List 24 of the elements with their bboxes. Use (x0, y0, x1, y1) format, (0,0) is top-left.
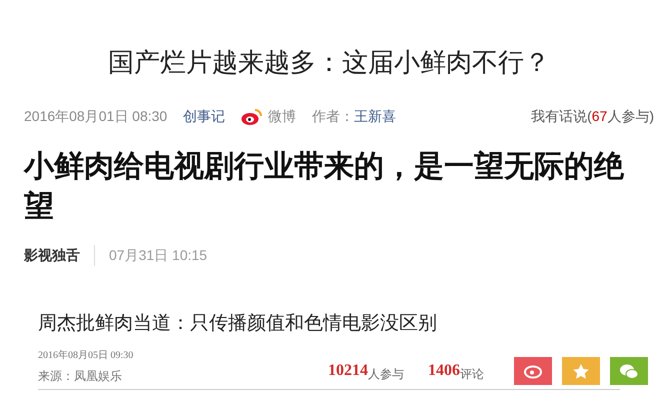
participant-label: 人参与 (368, 366, 404, 383)
article-headline: 周杰批鲜肉当道：只传播颜值和色情电影没区别 (38, 312, 438, 336)
source-name: 来源：凤凰娱乐 (38, 368, 123, 385)
weibo-share-link[interactable]: 微博 (241, 106, 296, 127)
article-title: 国产烂片越来越多：这届小鲜肉不行？ (107, 46, 551, 79)
share-button[interactable] (562, 357, 600, 385)
comment-count: 1406 (428, 361, 460, 381)
share-button[interactable] (514, 357, 552, 385)
comments-label: 我有话说( (531, 107, 592, 126)
article-headline: 小鲜肉给电视剧行业带来的，是一望无际的绝望 (24, 149, 625, 225)
share-label: 微博 (268, 107, 296, 126)
share-button[interactable] (610, 357, 648, 385)
participant-count: 10214 (328, 361, 368, 381)
author-link[interactable]: 王新喜 (354, 106, 396, 127)
author-label: 作者： (312, 107, 354, 126)
column-link[interactable]: 创事记 (183, 106, 226, 127)
publish-date: 07月31日 10:15 (108, 246, 208, 265)
comment-label: 评论 (460, 366, 484, 383)
publish-date: 2016年08月05日 09:30 (38, 349, 134, 363)
publish-date: 2016年08月01日 08:30 (24, 107, 168, 126)
source-name: 影视独舌 (24, 245, 95, 266)
comments-label: 人参与) (607, 107, 654, 126)
comments-link[interactable]: 我有话说(67人参与) (531, 106, 654, 127)
comments-count: 67 (592, 107, 608, 126)
